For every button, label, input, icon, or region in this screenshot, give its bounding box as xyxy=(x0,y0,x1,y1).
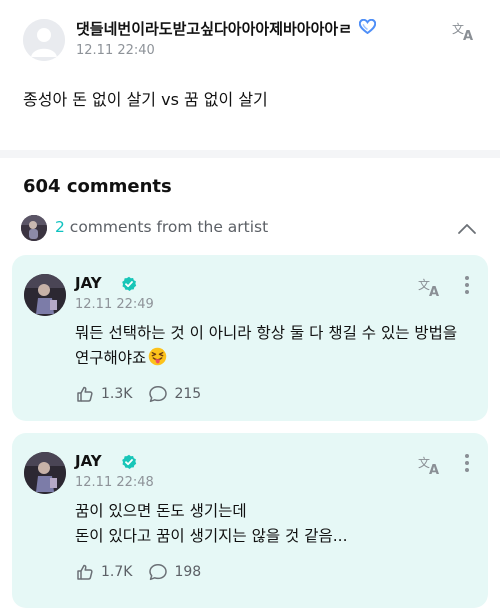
commenter-name[interactable]: JAY xyxy=(75,452,102,470)
artist-comments-toggle[interactable]: 2 comments from the artist xyxy=(0,210,500,246)
comment-text: 뭐든 선택하는 것 이 아니라 항상 둘 다 챙길 수 있는 방법을 연구해야죠 xyxy=(75,321,470,374)
comment-stats: 1.3K 215 xyxy=(75,385,217,403)
squinting-tongue-emoji xyxy=(148,347,167,374)
original-post: 댓들네번이라도받고싶다아아아제바아아아ㄹ 12.11 22:40 文 A 종성아… xyxy=(0,0,500,150)
like-icon xyxy=(77,564,93,580)
like-count: 1.7K xyxy=(101,564,133,580)
more-vertical-icon[interactable] xyxy=(463,276,471,296)
artist-comments-text: comments from the artist xyxy=(64,218,269,236)
author-avatar[interactable] xyxy=(23,19,65,61)
reply-button[interactable]: 215 xyxy=(148,385,201,403)
blue-heart-icon xyxy=(358,18,377,38)
artist-comment-card: JAY 12.11 22:49 文 A 뭐든 선택하는 것 이 아니라 항상 둘… xyxy=(12,255,488,421)
translate-icon[interactable]: 文 A xyxy=(418,454,444,480)
comment-stats: 1.7K 198 xyxy=(75,563,217,581)
comment-line-2: 돈이 있다고 꿈이 생기지는 않을 것 같음... xyxy=(75,527,348,545)
comment-timestamp: 12.11 22:49 xyxy=(75,297,154,312)
like-icon xyxy=(77,386,93,402)
like-button[interactable]: 1.7K xyxy=(75,563,132,581)
svg-text:A: A xyxy=(463,29,473,42)
reply-count: 215 xyxy=(174,386,202,402)
verified-badge-icon xyxy=(121,454,137,474)
artist-comments-label: 2 comments from the artist xyxy=(55,218,268,236)
like-button[interactable]: 1.3K xyxy=(75,385,132,403)
comment-timestamp: 12.11 22:48 xyxy=(75,475,154,490)
reply-count: 198 xyxy=(174,564,202,580)
comment-text: 꿈이 있으면 돈도 생기는데 돈이 있다고 꿈이 생기지는 않을 것 같음... xyxy=(75,499,470,549)
artist-comment-card: JAY 12.11 22:48 文 A 꿈이 있으면 돈도 생기는데 돈이 있다… xyxy=(12,433,488,608)
section-divider xyxy=(0,150,500,158)
avatar[interactable] xyxy=(24,274,66,316)
post-author-name[interactable]: 댓들네번이라도받고싶다아아아제바아아아ㄹ xyxy=(76,18,352,39)
svg-text:A: A xyxy=(429,285,439,298)
comment-body: 뭐든 선택하는 것 이 아니라 항상 둘 다 챙길 수 있는 방법을 연구해야죠 xyxy=(75,324,458,367)
comment-icon xyxy=(149,386,168,403)
translate-icon[interactable]: 文 A xyxy=(418,276,444,302)
verified-badge-icon xyxy=(121,276,137,296)
post-body: 종성아 돈 없이 살기 vs 꿈 없이 살기 xyxy=(23,90,268,109)
comments-count: 604 comments xyxy=(23,176,172,197)
artist-comments-count: 2 xyxy=(55,218,65,236)
artist-mini-avatar xyxy=(21,215,47,241)
post-timestamp: 12.11 22:40 xyxy=(76,43,155,58)
reply-button[interactable]: 198 xyxy=(148,563,201,581)
like-count: 1.3K xyxy=(101,386,133,402)
translate-icon[interactable]: 文 A xyxy=(452,20,478,46)
comment-icon xyxy=(149,564,168,581)
comment-line-1: 꿈이 있으면 돈도 생기는데 xyxy=(75,502,247,520)
chevron-up-icon[interactable] xyxy=(457,220,477,239)
commenter-name[interactable]: JAY xyxy=(75,274,102,292)
more-vertical-icon[interactable] xyxy=(463,454,471,474)
svg-text:A: A xyxy=(429,463,439,476)
avatar[interactable] xyxy=(24,452,66,494)
